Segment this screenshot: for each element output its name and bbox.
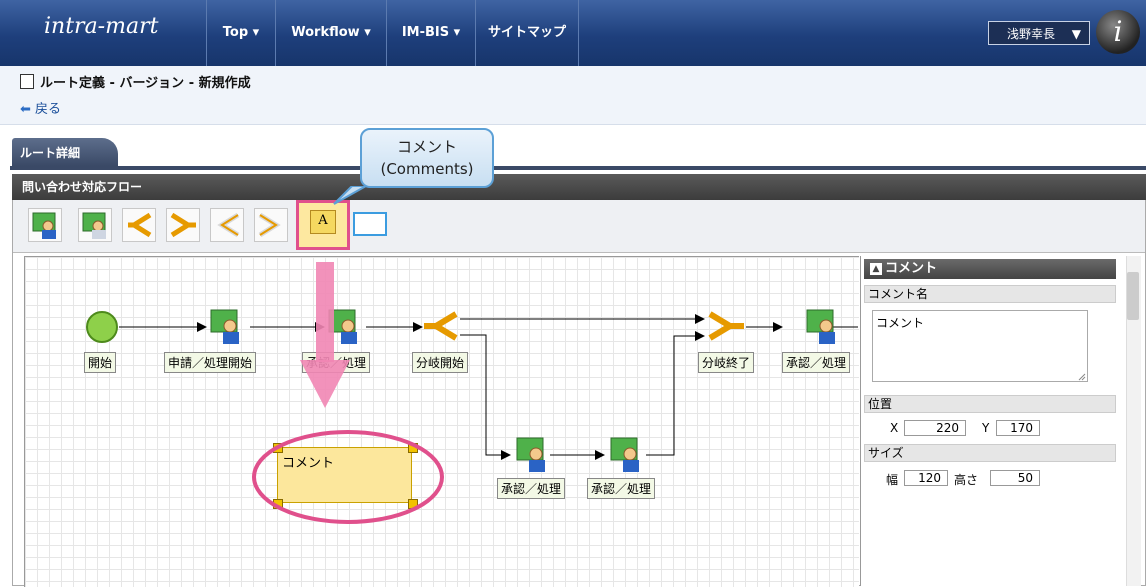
node-label-apply: 申請／処理開始: [164, 352, 257, 373]
user-node-icon: [82, 212, 106, 239]
y-input[interactable]: 170: [996, 420, 1040, 436]
height-label: 高さ: [954, 473, 979, 487]
tool-comment[interactable]: A: [296, 200, 350, 250]
nav-sitemap-link[interactable]: サイトマップ: [475, 0, 579, 66]
chevron-down-icon: ▼: [1071, 27, 1081, 41]
callout-line-2: (Comments): [380, 160, 474, 178]
tool-branch-end[interactable]: [166, 208, 200, 242]
width-label: 幅: [886, 473, 899, 487]
y-label: Y: [982, 421, 990, 435]
tool-branch-end-alt[interactable]: [254, 208, 288, 242]
position-label: 位置: [864, 395, 1116, 413]
property-panel-title: コメント: [885, 261, 938, 276]
tool-rectangle[interactable]: [353, 212, 387, 236]
user-menu-button[interactable]: 浅野幸長 ▼: [988, 21, 1090, 45]
start-node-icon[interactable]: [85, 310, 121, 346]
user-node-icon[interactable]: [514, 436, 552, 474]
tool-branch-start[interactable]: [122, 208, 156, 242]
back-arrow-icon: ⬅: [20, 102, 31, 117]
scrollbar-thumb[interactable]: [1127, 272, 1139, 320]
branch-start-icon: [128, 212, 152, 238]
tab-underline: [10, 166, 1146, 170]
x-label: X: [890, 421, 899, 435]
intra-mart-logo[interactable]: intra-mart: [44, 14, 158, 39]
branch-end-icon: [258, 212, 281, 238]
flow-connectors: [119, 314, 858, 460]
back-link-label: 戻る: [35, 102, 62, 117]
comment-name-textarea[interactable]: コメント: [872, 310, 1088, 382]
user-node-icon[interactable]: [608, 436, 646, 474]
size-label: サイズ: [864, 444, 1116, 462]
branch-start-icon: [217, 212, 240, 238]
user-name: 浅野幸長: [1007, 27, 1056, 41]
page-icon: [20, 74, 34, 89]
node-label-approve-4: 承認／処理: [587, 478, 656, 499]
branch-end-icon: [170, 212, 196, 238]
user-node-icon[interactable]: [804, 308, 842, 346]
node-label-branch-start: 分岐開始: [412, 352, 469, 373]
x-input[interactable]: 220: [904, 420, 966, 436]
branch-start-icon[interactable]: [422, 310, 460, 344]
user-node-icon: [32, 212, 56, 239]
property-panel: [860, 256, 1127, 586]
flow-title: 問い合わせ対応フロー: [12, 174, 1146, 200]
intra-mart-i-icon[interactable]: i: [1096, 10, 1140, 54]
height-input[interactable]: 50: [990, 470, 1040, 486]
node-label-approve-3: 承認／処理: [497, 478, 566, 499]
comment-callout: コメント (Comments): [360, 128, 494, 188]
node-label-approve-2: 承認／処理: [782, 352, 851, 373]
callout-line-1: コメント: [396, 138, 457, 156]
user-node-icon[interactable]: [208, 308, 246, 346]
nav-imbis-menu[interactable]: IM-BIS ▾: [386, 0, 475, 66]
property-panel-header[interactable]: ▲ コメント: [864, 259, 1116, 279]
node-label-branch-end: 分岐終了: [698, 352, 755, 373]
nav-top-menu[interactable]: Top ▾: [206, 0, 275, 66]
width-input[interactable]: 120: [904, 470, 948, 486]
callout-pointer: [333, 186, 369, 205]
back-link[interactable]: ⬅ 戻る: [20, 98, 61, 117]
page-title: ルート定義 - バージョン - 新規作成: [40, 76, 251, 91]
tool-branch-start-alt[interactable]: [210, 208, 244, 242]
collapse-icon[interactable]: ▲: [870, 263, 882, 275]
nav-workflow-menu[interactable]: Workflow ▾: [275, 0, 386, 66]
tool-user-node-2[interactable]: [78, 208, 112, 242]
highlight-ellipse: [252, 430, 444, 524]
tool-user-node[interactable]: [28, 208, 62, 242]
node-label-start: 開始: [84, 352, 117, 373]
branch-end-icon[interactable]: [706, 310, 746, 344]
comment-tool-icon: A: [310, 210, 336, 234]
comment-name-label: コメント名: [864, 285, 1116, 303]
pink-down-arrow: [300, 262, 350, 408]
tab-route-detail[interactable]: ルート詳細: [12, 138, 118, 166]
resize-grip-icon[interactable]: [1078, 373, 1086, 381]
